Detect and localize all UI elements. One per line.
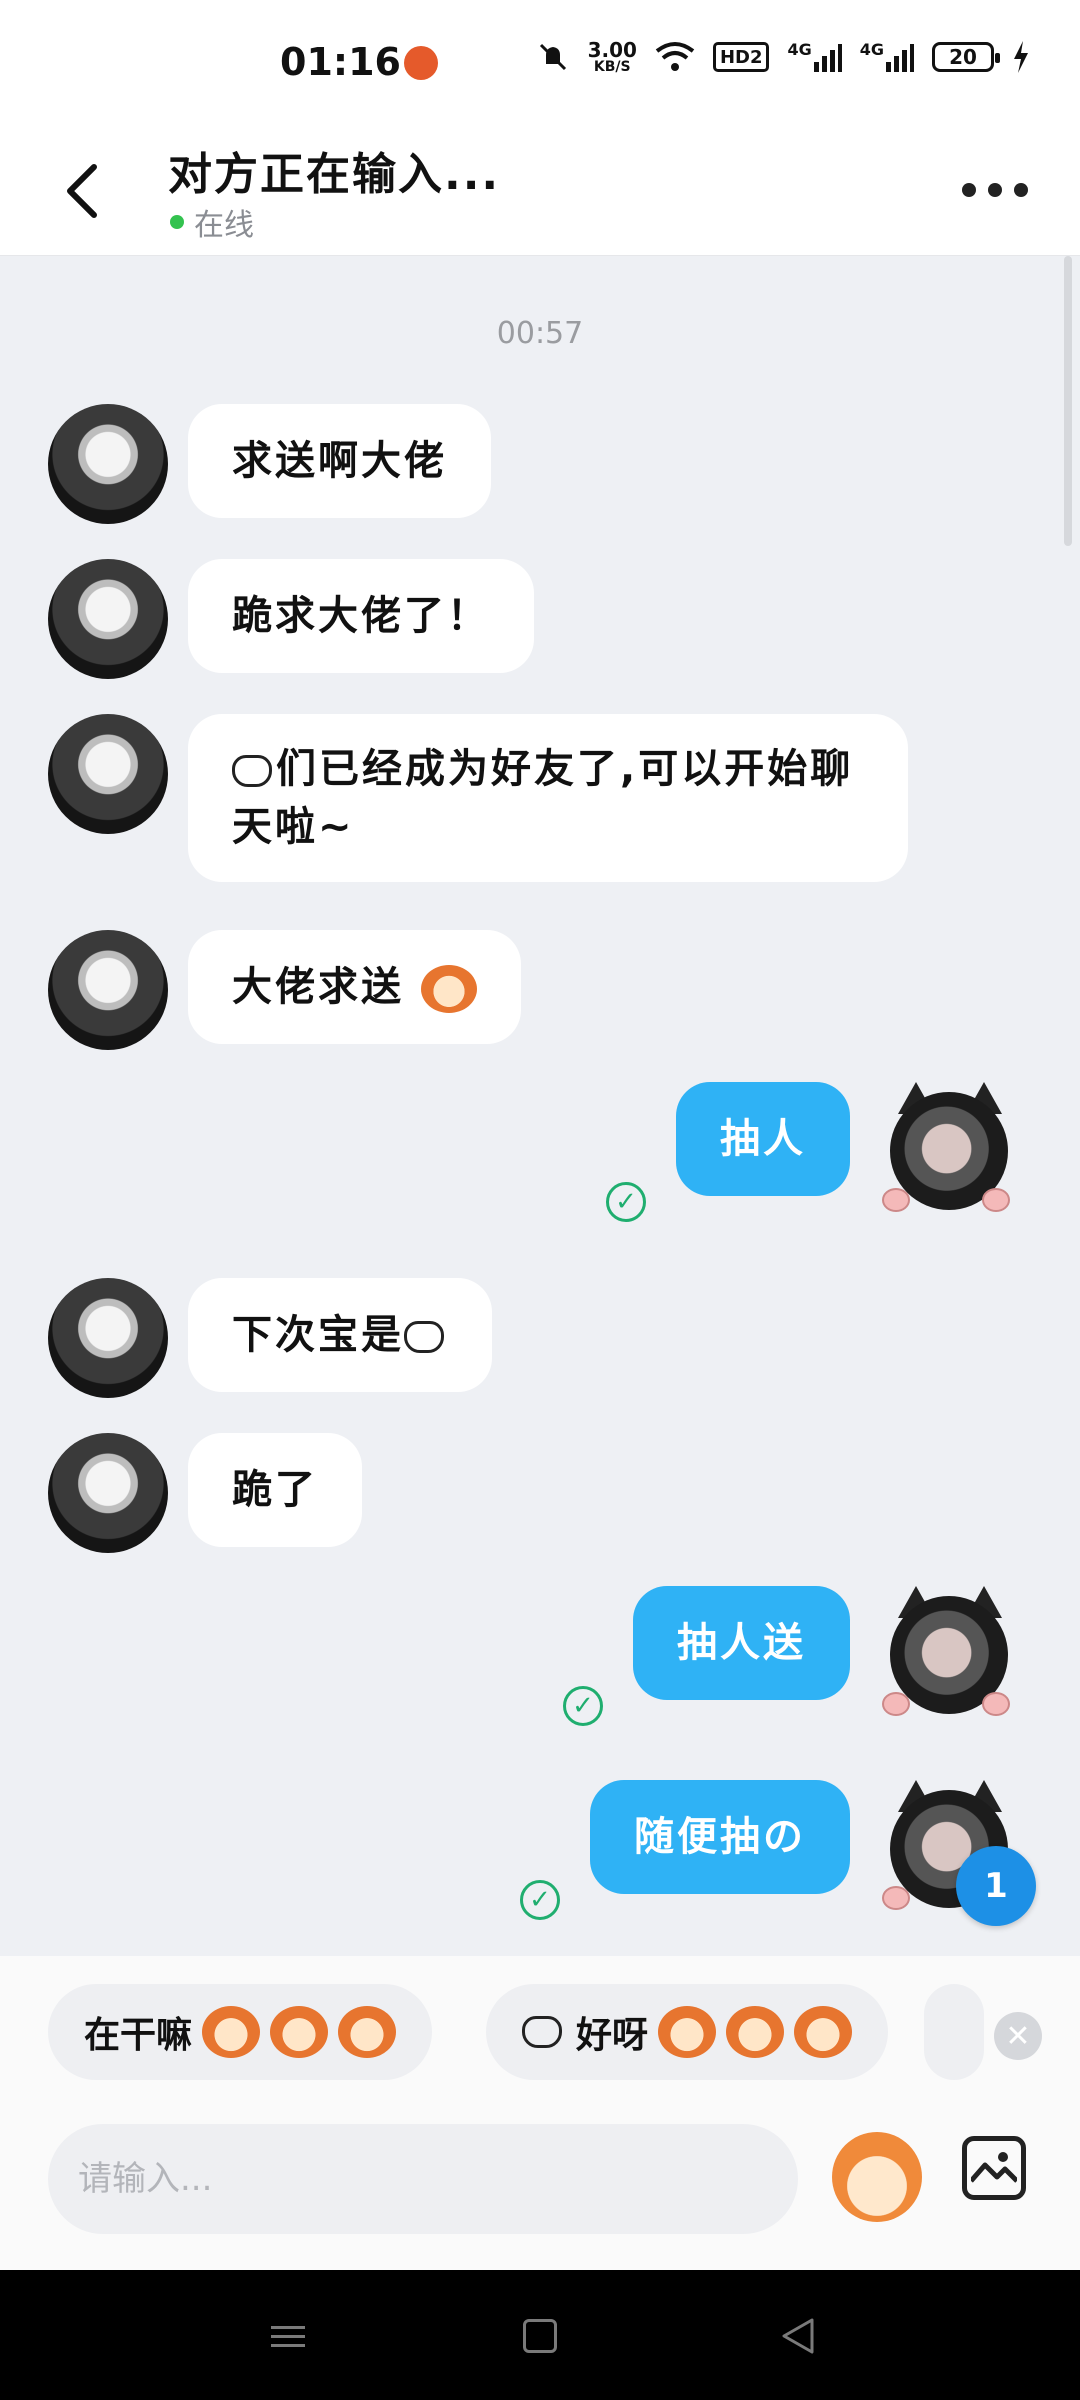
cat-emoji-icon	[232, 755, 272, 787]
signal-4g-icon-1: 4G	[787, 40, 842, 74]
message-bubble[interactable]: 下次宝是	[188, 1278, 492, 1392]
message-bubble[interactable]: 抽人送	[633, 1586, 850, 1700]
monkey-emoji-icon	[726, 2006, 785, 2058]
net-speed: 3.00 KB/S	[588, 40, 637, 74]
grin-emoji-icon	[420, 965, 477, 1013]
mute-icon	[536, 40, 570, 74]
online-status: 在线	[170, 200, 254, 244]
contact-avatar[interactable]	[48, 1278, 168, 1398]
notification-app-icon	[404, 46, 438, 80]
home-button[interactable]	[516, 2312, 564, 2360]
message-text: 下次宝是	[232, 1312, 404, 1358]
message-bubble[interactable]: 跪求大佬了！	[188, 559, 534, 673]
message-incoming: 大佬求送	[48, 930, 521, 1050]
triangle-back-icon	[782, 2318, 814, 2354]
chevron-left-icon	[67, 164, 97, 218]
net-speed-unit: KB/S	[593, 59, 631, 75]
message-input[interactable]	[48, 2124, 798, 2234]
quick-reply-chip[interactable]: 在干嘛	[48, 1984, 433, 2080]
grin-emoji-icon	[270, 2006, 329, 2058]
net-speed-value: 3.00	[587, 38, 637, 62]
monkey-emoji-icon	[794, 2006, 853, 2058]
chat-title: 对方正在输入...	[168, 149, 501, 200]
contact-avatar[interactable]	[48, 1433, 168, 1553]
message-incoming: 跪了	[48, 1433, 362, 1553]
contact-avatar[interactable]	[48, 404, 168, 524]
message-text: 们已经成为好友了,可以开始聊天啦~	[232, 746, 854, 850]
more-dots-icon	[962, 183, 976, 197]
close-icon[interactable]: ✕	[994, 2012, 1042, 2060]
grin-emoji-icon	[338, 2006, 397, 2058]
online-status-text: 在线	[194, 208, 254, 243]
my-avatar[interactable]	[880, 1082, 1020, 1222]
quick-reply-text: 在干嘛	[84, 2015, 193, 2056]
quick-reply-text: 好呀	[576, 2015, 649, 2056]
message-outgoing: 随便抽の ✓	[520, 1780, 1020, 1920]
cat-emoji-icon	[404, 1321, 444, 1353]
contact-avatar[interactable]	[48, 930, 168, 1050]
unread-badge[interactable]: 1	[956, 1846, 1036, 1926]
status-time: 01:16	[280, 40, 401, 84]
message-outgoing: 抽人 ✓	[606, 1082, 1020, 1222]
more-button[interactable]	[962, 170, 1028, 210]
quick-reply-chip-partial[interactable]	[924, 1984, 984, 2080]
chat-messages[interactable]: 00:57 求送啊大佬 跪求大佬了！ 们已经成为好友了,可以开始聊天啦~ 大佬求…	[0, 256, 1080, 1956]
contact-avatar[interactable]	[48, 559, 168, 679]
monkey-emoji-icon	[658, 2006, 717, 2058]
contact-avatar[interactable]	[48, 714, 168, 834]
signal-4g-label-2: 4G	[859, 40, 884, 59]
cat-emoji-icon	[522, 2016, 562, 2048]
quick-reply-chip[interactable]: 好呀	[486, 1984, 889, 2080]
status-icons: 3.00 KB/S HD2 4G 4G 20	[536, 40, 1030, 74]
wifi-icon	[655, 40, 695, 74]
scrollbar[interactable]	[1064, 256, 1072, 546]
back-button[interactable]	[52, 156, 112, 226]
online-dot-icon	[170, 215, 184, 229]
chat-header: 对方正在输入... 在线	[0, 130, 1080, 256]
sticker-icon[interactable]	[832, 2132, 922, 2222]
message-bubble[interactable]: 跪了	[188, 1433, 362, 1547]
message-timestamp: 00:57	[496, 316, 584, 351]
message-bubble[interactable]: 们已经成为好友了,可以开始聊天啦~	[188, 714, 908, 882]
battery-icon: 20	[932, 42, 1000, 72]
signal-4g-label-1: 4G	[787, 40, 812, 59]
message-text: 大佬求送	[232, 964, 404, 1010]
message-bubble[interactable]: 大佬求送	[188, 930, 521, 1044]
quick-reply-bar: 在干嘛 好呀 ✕	[0, 1956, 1080, 2084]
system-nav-bar	[0, 2270, 1080, 2400]
hd-icon: HD2	[712, 42, 770, 72]
check-circle-icon: ✓	[606, 1182, 646, 1222]
status-bar: 01:16 3.00 KB/S HD2 4G 4G 20	[0, 0, 1080, 130]
message-bubble[interactable]: 求送啊大佬	[188, 404, 491, 518]
check-circle-icon: ✓	[520, 1880, 560, 1920]
grin-emoji-icon	[202, 2006, 261, 2058]
signal-4g-icon-2: 4G	[860, 40, 914, 74]
message-bubble[interactable]: 抽人	[676, 1082, 850, 1196]
message-incoming: 下次宝是	[48, 1278, 492, 1398]
image-icon[interactable]	[962, 2136, 1026, 2200]
input-bar	[0, 2084, 1080, 2270]
home-icon	[523, 2319, 557, 2353]
message-incoming: 们已经成为好友了,可以开始聊天啦~	[48, 714, 908, 882]
my-avatar[interactable]	[880, 1586, 1020, 1726]
menu-icon[interactable]	[264, 2312, 312, 2360]
charging-icon	[1012, 40, 1030, 74]
message-outgoing: 抽人送 ✓	[563, 1586, 1020, 1726]
message-bubble[interactable]: 随便抽の	[590, 1780, 850, 1894]
message-incoming: 跪求大佬了！	[48, 559, 534, 679]
message-incoming: 求送啊大佬	[48, 404, 491, 524]
back-nav-button[interactable]	[774, 2312, 822, 2360]
check-circle-icon: ✓	[563, 1686, 603, 1726]
